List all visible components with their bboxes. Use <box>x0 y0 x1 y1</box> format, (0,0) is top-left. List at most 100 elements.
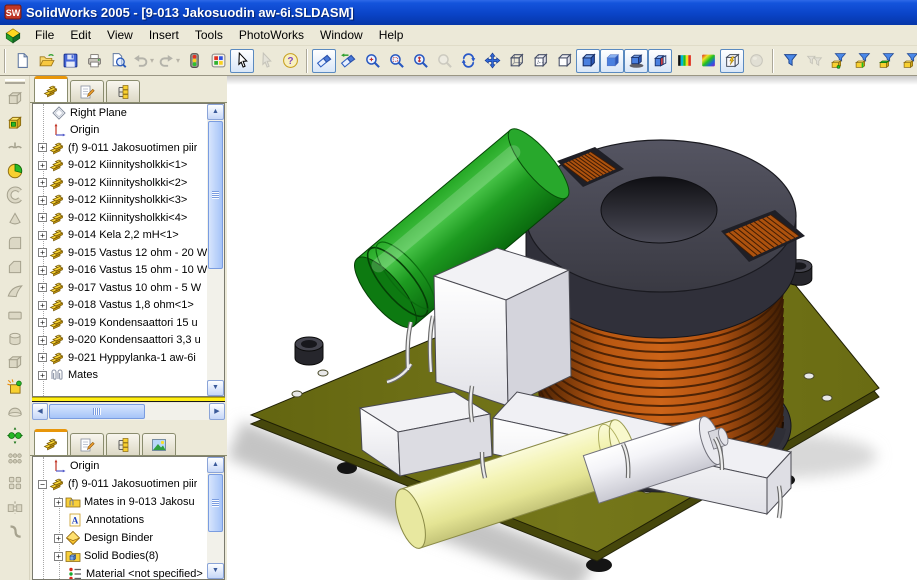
circular-pattern-button[interactable] <box>2 471 28 495</box>
zoom-to-selection-button[interactable] <box>432 49 456 73</box>
filter-edges-button[interactable] <box>850 49 874 73</box>
scroll-down-button[interactable]: ▼ <box>207 380 224 396</box>
graphics-viewport[interactable] <box>227 76 917 580</box>
new-document-button[interactable] <box>10 49 34 73</box>
expander-collapsed[interactable]: + <box>38 178 47 187</box>
expander-collapsed[interactable]: + <box>38 353 47 362</box>
tree-item-9-021-hyppylanka-1-aw-6i[interactable]: +9-021 Hyppylanka-1 aw-6i <box>33 349 224 367</box>
tree-item-9-012-kiinnitysholkki-4[interactable]: +9-012 Kiinnitysholkki<4> <box>33 209 224 227</box>
smart-fasteners-button[interactable] <box>2 375 28 399</box>
expander-collapsed[interactable]: + <box>38 318 47 327</box>
tree-item-9-020-kondensaattori-3-3-u[interactable]: +9-020 Kondensaattori 3,3 u <box>33 332 224 350</box>
tree-item-9-017-vastus-10-ohm-5-w[interactable]: +9-017 Vastus 10 ohm - 5 W <box>33 279 224 297</box>
tree-item-design-binder[interactable]: +Design Binder <box>33 529 224 547</box>
mirror-components-button[interactable] <box>2 495 28 519</box>
hidden-lines-removed-button[interactable] <box>552 49 576 73</box>
select-button[interactable] <box>230 49 254 73</box>
fillet-button[interactable] <box>2 231 28 255</box>
previous-view-button[interactable] <box>336 49 360 73</box>
photoworks-render-button[interactable] <box>720 49 744 73</box>
help-button[interactable] <box>278 49 302 73</box>
expander-collapsed[interactable]: + <box>38 266 47 275</box>
tree-item-9-018-vastus-1-8-ohm-1[interactable]: +9-018 Vastus 1,8 ohm<1> <box>33 297 224 315</box>
toolbar-grip[interactable] <box>5 79 25 84</box>
expander-collapsed[interactable]: + <box>54 552 63 561</box>
expander-collapsed[interactable]: + <box>38 196 47 205</box>
save-button[interactable] <box>58 49 82 73</box>
scrollbar-thumb[interactable] <box>208 121 223 269</box>
undo-button[interactable]: ▾ <box>130 49 156 73</box>
expander-collapsed[interactable]: + <box>54 534 63 543</box>
section-view-button[interactable] <box>648 49 672 73</box>
expander-expanded[interactable]: − <box>38 480 47 489</box>
menu-view[interactable]: View <box>99 25 141 46</box>
tree-item-9-014-kela-2-2-mh-1[interactable]: +9-014 Kela 2,2 mH<1> <box>33 227 224 245</box>
print-preview-button[interactable] <box>106 49 130 73</box>
expander-collapsed[interactable]: + <box>38 336 47 345</box>
component-feature-tree[interactable]: Origin−(f) 9-011 Jakosuotimen piir+Mates… <box>32 456 225 580</box>
shaded-with-edges-button[interactable] <box>576 49 600 73</box>
menu-edit[interactable]: Edit <box>62 25 99 46</box>
tree-item-9-016-vastus-15-ohm-10-w[interactable]: +9-016 Vastus 15 ohm - 10 W <box>33 262 224 280</box>
zoom-in-out-button[interactable] <box>408 49 432 73</box>
tree-horizontal-scrollbar[interactable]: ◀ ▶ <box>32 403 225 420</box>
feature-tree[interactable]: Right PlaneOrigin+(f) 9-011 Jakosuotimen… <box>32 103 225 397</box>
tree-vertical-scrollbar[interactable]: ▲ ▼ <box>207 457 224 579</box>
move-component-button[interactable] <box>2 423 28 447</box>
tab-display-pane[interactable] <box>142 433 176 455</box>
print-button[interactable] <box>82 49 106 73</box>
scroll-up-button[interactable]: ▲ <box>207 457 224 473</box>
tree-item-right-plane[interactable]: Right Plane <box>33 104 224 122</box>
tree-vertical-scrollbar[interactable]: ▲ ▼ <box>207 104 224 396</box>
toolbar-grip[interactable] <box>772 49 774 73</box>
standoff[interactable] <box>295 337 323 365</box>
dome-button[interactable] <box>2 399 28 423</box>
tree-item-9-015-vastus-12-ohm-20-w[interactable]: +9-015 Vastus 12 ohm - 20 W <box>33 244 224 262</box>
menu-file[interactable]: File <box>27 25 62 46</box>
expander-collapsed[interactable]: + <box>38 143 47 152</box>
view-orientation-button[interactable] <box>312 49 336 73</box>
tab-propertymanager[interactable] <box>70 80 104 102</box>
menu-window[interactable]: Window <box>312 25 371 46</box>
toolbar-grip[interactable] <box>306 49 308 73</box>
toggle-selection-filters-button[interactable] <box>778 49 802 73</box>
tab-configurationmanager[interactable] <box>106 433 140 455</box>
change-suppression-button[interactable] <box>2 159 28 183</box>
shadows-in-shaded-mode-button[interactable] <box>624 49 648 73</box>
curvature-button[interactable] <box>672 49 696 73</box>
rollback-bar[interactable] <box>32 397 225 402</box>
tree-item-9-012-kiinnitysholkki-1[interactable]: +9-012 Kiinnitysholkki<1> <box>33 157 224 175</box>
scroll-up-button[interactable]: ▲ <box>207 104 224 120</box>
select-other-button[interactable] <box>254 49 278 73</box>
resistor-upright[interactable] <box>434 248 571 406</box>
panel-splitter[interactable] <box>30 420 227 429</box>
rotate-view-button[interactable] <box>456 49 480 73</box>
filter-vertices-button[interactable] <box>826 49 850 73</box>
scroll-left-button[interactable]: ◀ <box>32 403 48 420</box>
expander-collapsed[interactable]: + <box>38 371 47 380</box>
tree-item-9-012-kiinnitysholkki-2[interactable]: +9-012 Kiinnitysholkki<2> <box>33 174 224 192</box>
tree-item-origin[interactable]: Origin <box>33 122 224 140</box>
mate-button[interactable] <box>2 183 28 207</box>
edit-color-button[interactable] <box>206 49 230 73</box>
expander-collapsed[interactable]: + <box>38 248 47 257</box>
tree-item-material-not-specified[interactable]: Material <not specified> <box>33 565 224 580</box>
zoom-to-area-button[interactable] <box>384 49 408 73</box>
menu-tools[interactable]: Tools <box>187 25 231 46</box>
expander-collapsed[interactable]: + <box>38 213 47 222</box>
zoom-to-fit-button[interactable] <box>360 49 384 73</box>
flex-button[interactable] <box>2 519 28 543</box>
revolve-button[interactable] <box>2 327 28 351</box>
expander-collapsed[interactable]: + <box>54 498 63 507</box>
redo-button[interactable]: ▾ <box>156 49 182 73</box>
linear-pattern-button[interactable] <box>2 447 28 471</box>
insert-component-button[interactable] <box>2 87 28 111</box>
expander-collapsed[interactable]: + <box>38 161 47 170</box>
scroll-right-button[interactable]: ▶ <box>209 403 225 420</box>
chamfer-button[interactable] <box>2 255 28 279</box>
filter-solid-bodies-button[interactable] <box>898 49 917 73</box>
expander-collapsed[interactable]: + <box>38 231 47 240</box>
clear-all-filters-button[interactable] <box>802 49 826 73</box>
solidworks-logo-icon[interactable] <box>3 26 23 44</box>
rebuild-button[interactable] <box>182 49 206 73</box>
